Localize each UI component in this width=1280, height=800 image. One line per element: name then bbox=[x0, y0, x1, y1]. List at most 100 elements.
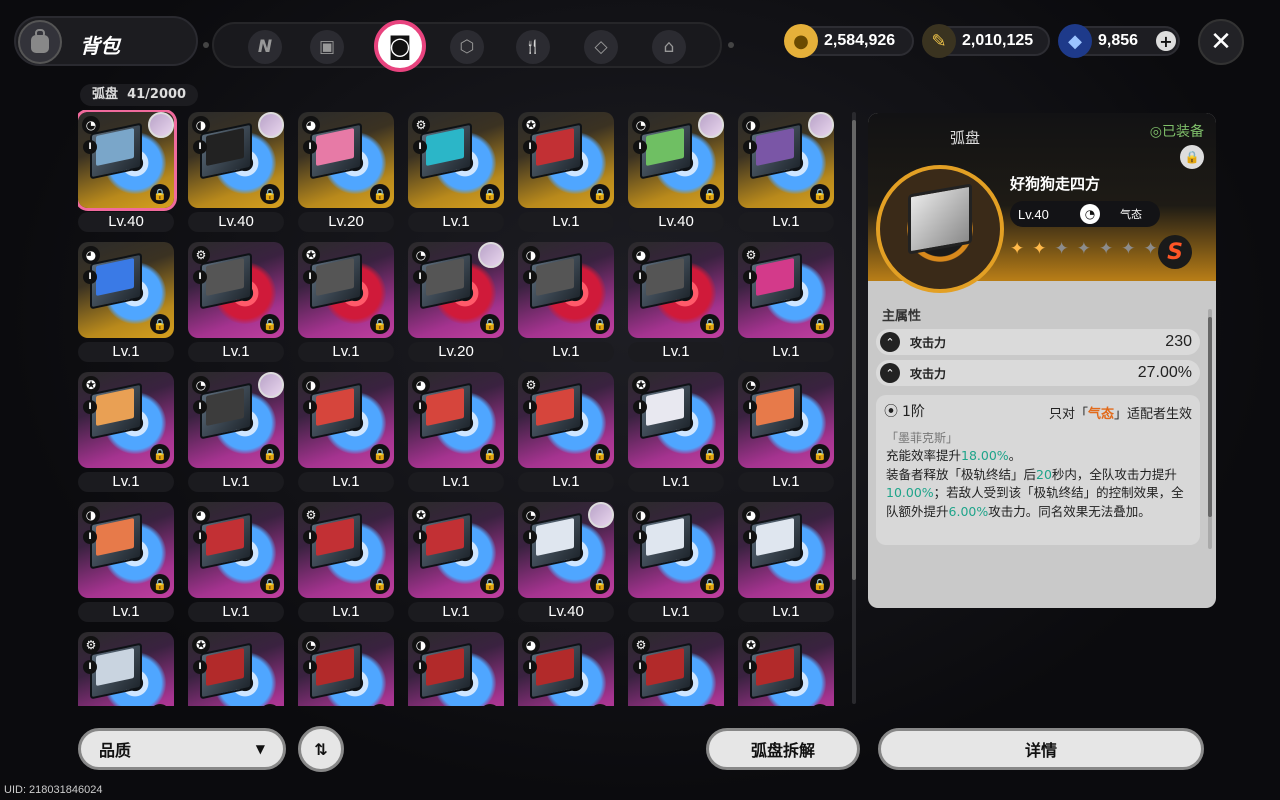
lock-icon: 🔒 bbox=[480, 314, 500, 334]
main-stat-title: 主属性 bbox=[882, 309, 922, 324]
disc-card[interactable]: ⚙I🔒 bbox=[188, 242, 284, 338]
disc-card[interactable]: ◕I🔒 bbox=[518, 632, 614, 706]
detail-scrollbar[interactable] bbox=[1208, 309, 1212, 549]
disc-item[interactable]: ◕ I 🔒 Lv.1 bbox=[188, 502, 284, 622]
disc-card[interactable]: ✪I🔒 bbox=[78, 372, 174, 468]
disc-item[interactable]: ◔ I 🔒 Lv.20 bbox=[408, 242, 504, 362]
disc-item[interactable]: ◔ I 🔒 Lv.1 bbox=[738, 372, 834, 492]
tab-n-logo-icon[interactable]: N bbox=[248, 30, 282, 64]
grid-scrollbar[interactable] bbox=[852, 112, 856, 704]
disc-item[interactable]: ◕ I 🔒 Lv.1 bbox=[628, 242, 724, 362]
tab-cube-icon[interactable]: ⬡ bbox=[450, 30, 484, 64]
attribute-icon: ◔ bbox=[82, 116, 100, 134]
disc-item[interactable]: ◕ I 🔒 Lv.1 bbox=[408, 372, 504, 492]
disc-item[interactable]: ⚙ I 🔒 Lv.1 bbox=[298, 502, 394, 622]
disc-item[interactable]: ◑ I 🔒 Lv.1 bbox=[78, 502, 174, 622]
sort-order-button[interactable]: ⇅ bbox=[298, 726, 344, 772]
disc-card[interactable]: ◕I🔒 bbox=[188, 502, 284, 598]
disc-level: Lv.40 bbox=[1018, 206, 1049, 222]
disc-item[interactable]: ⚙ I 🔒 Lv.1 bbox=[518, 372, 614, 492]
close-button[interactable]: ✕ bbox=[1198, 19, 1244, 65]
disc-item[interactable]: ✪I🔒 bbox=[188, 632, 284, 706]
disc-card[interactable]: ◑I🔒 bbox=[78, 502, 174, 598]
disc-item[interactable]: ✪ I 🔒 Lv.1 bbox=[518, 112, 614, 232]
disc-item[interactable]: ⚙ I 🔒 Lv.1 bbox=[738, 242, 834, 362]
lock-toggle[interactable]: 🔒 bbox=[1180, 145, 1204, 169]
disc-card[interactable]: ⚙I🔒 bbox=[78, 632, 174, 706]
rank-badge: I bbox=[413, 660, 427, 674]
disc-item[interactable]: ◕ I 🔒 Lv.1 bbox=[738, 502, 834, 622]
disc-item[interactable]: ✪ I 🔒 Lv.1 bbox=[298, 242, 394, 362]
disc-card[interactable]: ◕I🔒 bbox=[628, 242, 724, 338]
disc-item[interactable]: ⚙I🔒 bbox=[78, 632, 174, 706]
disc-card[interactable]: ◑I🔒 bbox=[188, 112, 284, 208]
disc-item[interactable]: ◕I🔒 bbox=[518, 632, 614, 706]
dismantle-button[interactable]: 弧盘拆解 bbox=[706, 728, 860, 770]
disc-card[interactable]: ⚙I🔒 bbox=[738, 242, 834, 338]
tab-disc-book-icon[interactable]: ◙ bbox=[374, 20, 426, 72]
disc-card[interactable]: ◔I🔒 bbox=[78, 112, 174, 208]
disc-item[interactable]: ⚙ I 🔒 Lv.1 bbox=[408, 112, 504, 232]
disc-card[interactable]: ⚙I🔒 bbox=[408, 112, 504, 208]
attribute-icon: ◕ bbox=[192, 506, 210, 524]
disc-card[interactable]: ✪I🔒 bbox=[518, 112, 614, 208]
disc-card[interactable]: ◔I🔒 bbox=[518, 502, 614, 598]
equipped-agent-avatar bbox=[478, 242, 504, 268]
disc-item[interactable]: ✪ I 🔒 Lv.1 bbox=[408, 502, 504, 622]
details-button[interactable]: 详情 bbox=[878, 728, 1204, 770]
disc-card[interactable]: ◕I🔒 bbox=[408, 372, 504, 468]
disc-item[interactable]: ◔ I 🔒 Lv.1 bbox=[188, 372, 284, 492]
disc-card[interactable]: ◕I🔒 bbox=[298, 112, 394, 208]
disc-item[interactable]: ⚙I🔒 bbox=[628, 632, 724, 706]
add-polychrome-button[interactable]: + bbox=[1156, 31, 1176, 51]
disc-item[interactable]: ✪I🔒 bbox=[738, 632, 834, 706]
tab-gameboy-icon[interactable]: ▣ bbox=[310, 30, 344, 64]
rank-badge: I bbox=[413, 530, 427, 544]
disc-item[interactable]: ◑ I 🔒 Lv.40 bbox=[188, 112, 284, 232]
disc-item[interactable]: ◑ I 🔒 Lv.1 bbox=[518, 242, 614, 362]
disc-card[interactable]: ◔I🔒 bbox=[408, 242, 504, 338]
rank-s-badge: S bbox=[1158, 235, 1192, 269]
disc-card[interactable]: ✪I🔒 bbox=[408, 502, 504, 598]
tab-house-icon[interactable]: ⌂ bbox=[652, 30, 686, 64]
disc-card[interactable]: ✪I🔒 bbox=[738, 632, 834, 706]
equipped-agent-avatar bbox=[258, 372, 284, 398]
disc-card[interactable]: ◔I🔒 bbox=[188, 372, 284, 468]
disc-card[interactable]: ◕I🔒 bbox=[738, 502, 834, 598]
tab-fork-spoon-icon[interactable]: 🍴 bbox=[516, 30, 550, 64]
disc-card[interactable]: ⚙I🔒 bbox=[518, 372, 614, 468]
disc-card[interactable]: ✪I🔒 bbox=[188, 632, 284, 706]
disc-card[interactable]: ⚙I🔒 bbox=[628, 632, 724, 706]
disc-level: Lv.1 bbox=[738, 602, 834, 622]
disc-item[interactable]: ◑ I 🔒 Lv.1 bbox=[738, 112, 834, 232]
disc-card[interactable]: ⚙I🔒 bbox=[298, 502, 394, 598]
disc-item[interactable]: ◕ I 🔒 Lv.20 bbox=[298, 112, 394, 232]
disc-card[interactable]: ◑I🔒 bbox=[738, 112, 834, 208]
disc-item[interactable]: ◑ I 🔒 Lv.1 bbox=[298, 372, 394, 492]
disc-card[interactable]: ◑I🔒 bbox=[628, 502, 724, 598]
disc-item[interactable]: ◔ I 🔒 Lv.40 bbox=[628, 112, 724, 232]
disc-card[interactable]: ◑I🔒 bbox=[408, 632, 504, 706]
disc-item[interactable]: ◔ I 🔒 Lv.40 bbox=[78, 112, 174, 232]
disc-item[interactable]: ◕ I 🔒 Lv.1 bbox=[78, 242, 174, 362]
disc-item[interactable]: ⚙ I 🔒 Lv.1 bbox=[188, 242, 284, 362]
disc-card[interactable]: ◔I🔒 bbox=[298, 632, 394, 706]
disc-card[interactable]: ✪I🔒 bbox=[628, 372, 724, 468]
disc-item[interactable]: ✪ I 🔒 Lv.1 bbox=[628, 372, 724, 492]
sort-quality-dropdown[interactable]: 品质 ▼ bbox=[78, 728, 286, 770]
disc-card[interactable]: ✪I🔒 bbox=[298, 242, 394, 338]
disc-item[interactable]: ◔ I 🔒 Lv.40 bbox=[518, 502, 614, 622]
disc-card[interactable]: ◑I🔒 bbox=[518, 242, 614, 338]
disc-level: Lv.1 bbox=[188, 472, 284, 492]
disc-card[interactable]: ◔I🔒 bbox=[628, 112, 724, 208]
disc-item[interactable]: ◑I🔒 bbox=[408, 632, 504, 706]
currency-ticket: ✎ 2,010,125 bbox=[922, 24, 1050, 58]
disc-item[interactable]: ✪ I 🔒 Lv.1 bbox=[78, 372, 174, 492]
disc-card[interactable]: ◔I🔒 bbox=[738, 372, 834, 468]
disc-item[interactable]: ◔I🔒 bbox=[298, 632, 394, 706]
disc-item[interactable]: ◑ I 🔒 Lv.1 bbox=[628, 502, 724, 622]
tab-drive-icon[interactable]: ◇ bbox=[584, 30, 618, 64]
attribute-icon: ⚙ bbox=[192, 246, 210, 264]
disc-card[interactable]: ◑I🔒 bbox=[298, 372, 394, 468]
disc-card[interactable]: ◕I🔒 bbox=[78, 242, 174, 338]
